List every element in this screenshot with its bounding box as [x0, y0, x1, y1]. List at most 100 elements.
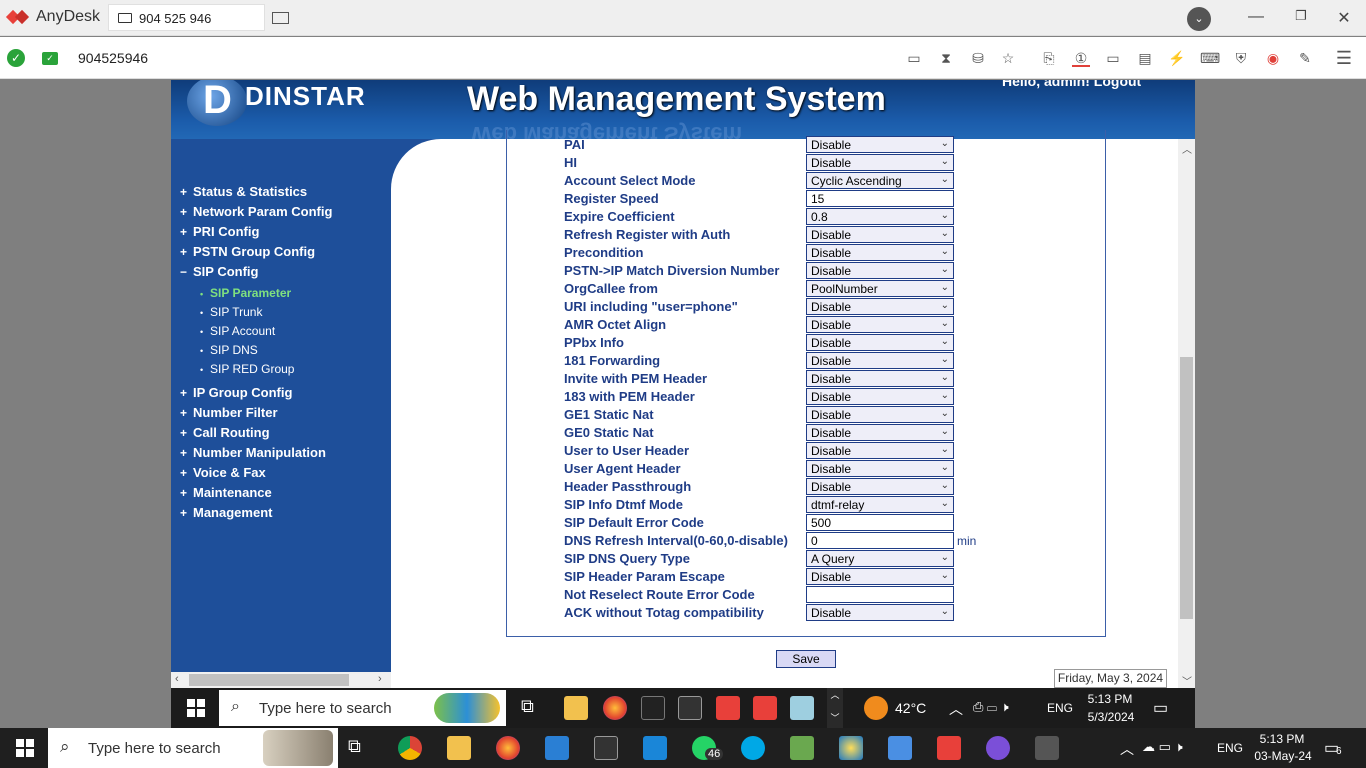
select-dropdown[interactable]: Disable ⌄ [806, 316, 954, 333]
nav-item[interactable]: + Management [180, 505, 272, 520]
tray-chevron-icon[interactable]: ︿ [1120, 739, 1134, 759]
session-tab[interactable]: 904 525 946 [108, 4, 265, 31]
close-button[interactable]: ✕ [1329, 8, 1359, 28]
nav-item[interactable]: + Maintenance [180, 485, 272, 500]
select-dropdown[interactable]: Disable ⌄ [806, 352, 954, 369]
vertical-scrollbar[interactable]: ︿ ﹀ [1178, 139, 1195, 688]
text-input[interactable] [806, 586, 954, 603]
select-dropdown[interactable]: Cyclic Ascending ⌄ [806, 172, 954, 189]
nav-item[interactable]: + Call Routing [180, 425, 270, 440]
minimize-button[interactable]: — [1241, 8, 1271, 26]
select-dropdown[interactable]: Disable ⌄ [806, 568, 954, 585]
tray-chevron-icon[interactable]: ︿ [949, 699, 963, 719]
horizontal-scrollbar[interactable]: ‹ › [171, 672, 391, 688]
hourglass-icon[interactable]: ⧗ [937, 49, 955, 67]
remote-notification-icon[interactable]: ▭ [1153, 698, 1168, 718]
file-explorer-icon[interactable] [447, 736, 471, 760]
file-explorer-icon[interactable] [564, 696, 588, 720]
nav-item[interactable]: + Network Param Config [180, 204, 332, 219]
chrome-icon[interactable] [398, 736, 422, 760]
anydesk-task-icon[interactable] [937, 736, 961, 760]
nav-item[interactable]: + PSTN Group Config [180, 244, 315, 259]
restore-button[interactable]: ❐ [1286, 8, 1316, 24]
menu-icon[interactable]: ☰ [1335, 49, 1353, 67]
database-icon[interactable]: ⛁ [969, 49, 987, 67]
select-dropdown[interactable]: A Query ⌄ [806, 550, 954, 567]
photos-icon[interactable] [678, 696, 702, 720]
tor-icon[interactable] [986, 736, 1010, 760]
nav-item[interactable]: + Status & Statistics [180, 184, 307, 199]
select-dropdown[interactable]: Disable ⌄ [806, 424, 954, 441]
sip-subitem[interactable]: • SIP Trunk [200, 305, 262, 319]
scroll-thumb[interactable] [1180, 357, 1193, 619]
tray-icons[interactable]: ☁ ▭ 🕨 [1142, 739, 1183, 755]
star-icon[interactable]: ☆ [999, 49, 1017, 67]
nav-item[interactable]: + PRI Config [180, 224, 259, 239]
sip-subitem[interactable]: • SIP RED Group [200, 362, 294, 376]
hscroll-thumb[interactable] [189, 674, 349, 686]
file-transfer-icon[interactable]: ⎘ [1040, 49, 1058, 67]
shield-icon[interactable]: ⛨ [1232, 49, 1250, 67]
remote-search-box[interactable]: ⌕ Type here to search [219, 690, 506, 726]
select-dropdown[interactable]: Disable ⌄ [806, 298, 954, 315]
firefox-icon[interactable] [496, 736, 520, 760]
select-dropdown[interactable]: Disable ⌄ [806, 244, 954, 261]
host-search-box[interactable]: ⌕ Type here to search [48, 728, 338, 768]
nav-item[interactable]: + IP Group Config [180, 385, 292, 400]
skype-icon[interactable] [741, 736, 765, 760]
select-dropdown[interactable]: Disable ⌄ [806, 388, 954, 405]
anydesk-task-icon-2[interactable] [753, 696, 777, 720]
keyboard-icon[interactable]: ⌨ [1200, 49, 1220, 67]
remote-date[interactable]: 5/3/2024 [1081, 710, 1141, 724]
select-dropdown[interactable]: Disable ⌄ [806, 154, 954, 171]
scroll-right-icon[interactable]: › [378, 673, 382, 685]
host-time[interactable]: 5:13 PM [1252, 732, 1312, 746]
remote-lang[interactable]: ENG [1047, 701, 1073, 715]
display-1-icon[interactable]: ① [1072, 49, 1090, 67]
vscode-icon[interactable] [545, 736, 569, 760]
network-app-icon[interactable] [839, 736, 863, 760]
display-icon[interactable]: ▭ [1104, 49, 1122, 67]
taskbar-scroll[interactable]: ︿ ﹀ [827, 688, 843, 728]
host-lang[interactable]: ENG [1217, 741, 1243, 755]
select-dropdown[interactable]: Disable ⌄ [806, 226, 954, 243]
document-icon[interactable] [888, 736, 912, 760]
save-button[interactable]: Save [776, 650, 836, 668]
nav-item[interactable]: + Voice & Fax [180, 465, 266, 480]
privacy-icon[interactable]: ▭ [905, 49, 923, 67]
select-dropdown[interactable]: Disable ⌄ [806, 370, 954, 387]
scroll-down-icon[interactable]: ﹀ [1182, 673, 1192, 688]
photos-icon[interactable] [594, 736, 618, 760]
text-input[interactable]: 500 [806, 514, 954, 531]
nav-item[interactable]: + Number Filter [180, 405, 278, 420]
anydesk-task-icon[interactable] [716, 696, 740, 720]
sip-subitem[interactable]: • SIP DNS [200, 343, 258, 357]
calculator-icon[interactable] [1035, 736, 1059, 760]
text-input[interactable]: 15 [806, 190, 954, 207]
select-dropdown[interactable]: PoolNumber ⌄ [806, 280, 954, 297]
new-tab-icon[interactable] [272, 12, 289, 24]
notes-icon[interactable] [790, 696, 814, 720]
select-dropdown[interactable]: Disable ⌄ [806, 460, 954, 477]
scroll-up-icon[interactable]: ︿ [1182, 141, 1192, 156]
scroll-left-icon[interactable]: ‹ [175, 673, 179, 685]
pen-icon[interactable]: ✎ [1296, 49, 1314, 67]
select-dropdown[interactable]: Disable ⌄ [806, 136, 954, 153]
calendar-app-icon[interactable] [641, 696, 665, 720]
host-start-icon[interactable] [16, 739, 34, 757]
record-icon[interactable]: ◉ [1264, 49, 1282, 67]
remote-start-icon[interactable] [187, 699, 205, 717]
select-dropdown[interactable]: 0.8 ⌄ [806, 208, 954, 225]
firefox-icon[interactable] [603, 696, 627, 720]
remote-desktop-icon[interactable] [643, 736, 667, 760]
lightning-icon[interactable]: ⚡ [1168, 49, 1186, 67]
tray-tools-icon[interactable]: ⎙ ▭ 🕨 [973, 699, 1009, 715]
remote-address[interactable]: 904525946 [78, 50, 148, 66]
task-view-icon[interactable]: ⧉ [521, 696, 545, 720]
text-input[interactable]: 0 [806, 532, 954, 549]
select-dropdown[interactable]: Disable ⌄ [806, 334, 954, 351]
select-dropdown[interactable]: Disable ⌄ [806, 442, 954, 459]
chat-icon[interactable]: ▤ [1136, 49, 1154, 67]
spreadsheet-icon[interactable] [790, 736, 814, 760]
select-dropdown[interactable]: Disable ⌄ [806, 604, 954, 621]
